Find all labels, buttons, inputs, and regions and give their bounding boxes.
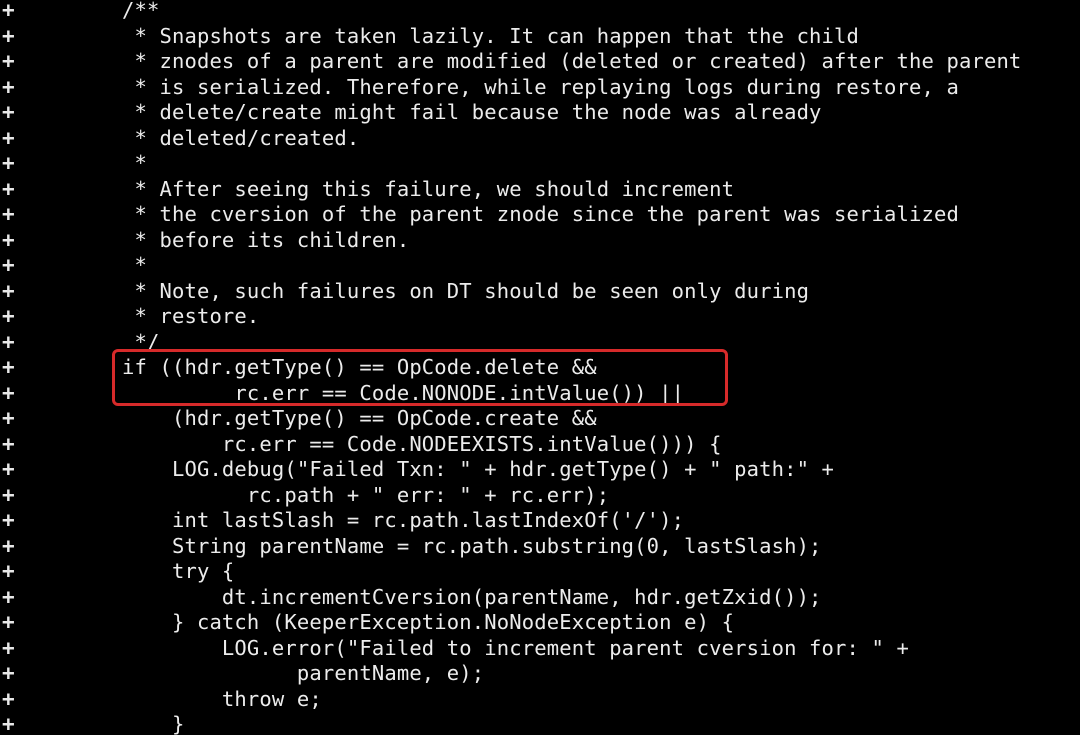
- code-line: + String parentName = rc.path.substring(…: [0, 533, 1080, 562]
- added-line-marker: +: [2, 227, 15, 252]
- code-statement-text: } catch (KeeperException.NoNodeException…: [122, 610, 735, 634]
- code-statement-text: String parentName = rc.path.substring(0,…: [122, 533, 822, 558]
- code-comment-text: *: [122, 151, 147, 175]
- code-comment-text: * Snapshots are taken lazily. It can hap…: [122, 23, 860, 48]
- highlight-annotation-box: [112, 349, 728, 406]
- code-statement-text: int lastSlash = rc.path.lastIndexOf('/')…: [122, 508, 685, 532]
- code-line: + rc.err == Code.NODEEXISTS.intValue()))…: [0, 431, 1080, 460]
- code-line: + * is serialized. Therefore, while repl…: [0, 74, 1080, 103]
- added-line-marker: +: [2, 406, 15, 430]
- code-line: + }: [0, 712, 1080, 735]
- added-line-marker: +: [2, 610, 15, 634]
- added-line-marker: +: [2, 533, 15, 558]
- added-line-marker: +: [2, 176, 15, 201]
- code-line: + (hdr.getType() == OpCode.create &&: [0, 406, 1080, 434]
- code-statement-text: LOG.error("Failed to increment parent cv…: [122, 635, 909, 660]
- code-line: + * After seeing this failure, we should…: [0, 176, 1080, 205]
- code-statement-text: rc.err == Code.NODEEXISTS.intValue())) {: [122, 431, 722, 456]
- code-statement-text: throw e;: [122, 686, 322, 711]
- added-line-marker: +: [2, 584, 15, 609]
- code-comment-text: * is serialized. Therefore, while replay…: [122, 74, 959, 99]
- code-comment-text: * the cversion of the parent znode since…: [122, 202, 959, 226]
- code-comment-text: * before its children.: [122, 227, 410, 252]
- code-diff-view: + /** + * Snapshots are taken lazily. It…: [0, 0, 1080, 735]
- added-line-marker: +: [2, 151, 15, 175]
- code-line: + * the cversion of the parent znode sin…: [0, 202, 1080, 230]
- code-line: + * Note, such failures on DT should be …: [0, 278, 1080, 307]
- added-line-marker: +: [2, 304, 15, 328]
- code-line: + try {: [0, 559, 1080, 587]
- code-line: + } catch (KeeperException.NoNodeExcepti…: [0, 610, 1080, 638]
- added-line-marker: +: [2, 712, 15, 735]
- code-line: + dt.incrementCversion(parentName, hdr.g…: [0, 584, 1080, 613]
- code-statement-text: parentName, e);: [122, 661, 485, 685]
- code-comment-text: * restore.: [122, 304, 260, 328]
- added-line-marker: +: [2, 457, 15, 481]
- code-line: + throw e;: [0, 686, 1080, 715]
- added-line-marker: +: [2, 74, 15, 99]
- code-line: + int lastSlash = rc.path.lastIndexOf('/…: [0, 508, 1080, 536]
- added-line-marker: +: [2, 0, 15, 22]
- code-statement-text: rc.path + " err: " + rc.err);: [122, 482, 610, 507]
- added-line-marker: +: [2, 355, 15, 379]
- added-line-marker: +: [2, 482, 15, 507]
- code-line: + *: [0, 253, 1080, 281]
- code-comment-text: * znodes of a parent are modified (delet…: [122, 49, 1022, 73]
- added-line-marker: +: [2, 278, 15, 303]
- code-comment-text: *: [122, 253, 147, 277]
- code-comment-text: * After seeing this failure, we should i…: [122, 176, 735, 201]
- code-comment-text: /**: [122, 0, 160, 22]
- code-line: + * before its children.: [0, 227, 1080, 256]
- code-statement-text: (hdr.getType() == OpCode.create &&: [122, 406, 597, 430]
- added-line-marker: +: [2, 49, 15, 73]
- added-line-marker: +: [2, 431, 15, 456]
- added-line-marker: +: [2, 125, 15, 150]
- added-line-marker: +: [2, 23, 15, 48]
- added-line-marker: +: [2, 253, 15, 277]
- code-comment-text: * deleted/created.: [122, 125, 360, 150]
- added-line-marker: +: [2, 202, 15, 226]
- code-line: + * znodes of a parent are modified (del…: [0, 49, 1080, 77]
- code-comment-text: * Note, such failures on DT should be se…: [122, 278, 810, 303]
- code-line: + * deleted/created.: [0, 125, 1080, 154]
- added-line-marker: +: [2, 635, 15, 660]
- code-statement-text: }: [122, 712, 185, 735]
- code-statement-text: LOG.debug("Failed Txn: " + hdr.getType()…: [122, 457, 835, 481]
- code-line: + LOG.debug("Failed Txn: " + hdr.getType…: [0, 457, 1080, 485]
- added-line-marker: +: [2, 686, 15, 711]
- code-line: + LOG.error("Failed to increment parent …: [0, 635, 1080, 664]
- code-line: + parentName, e);: [0, 661, 1080, 689]
- added-line-marker: +: [2, 559, 15, 583]
- added-line-marker: +: [2, 508, 15, 532]
- added-line-marker: +: [2, 329, 15, 354]
- code-line: + /**: [0, 0, 1080, 26]
- code-statement-text: dt.incrementCversion(parentName, hdr.get…: [122, 584, 822, 609]
- code-comment-text: * delete/create might fail because the n…: [122, 100, 822, 124]
- code-statement-text: try {: [122, 559, 235, 583]
- code-line: + * restore.: [0, 304, 1080, 332]
- added-line-marker: +: [2, 380, 15, 405]
- code-line: + rc.path + " err: " + rc.err);: [0, 482, 1080, 511]
- added-line-marker: +: [2, 100, 15, 124]
- code-line: + * Snapshots are taken lazily. It can h…: [0, 23, 1080, 52]
- code-line: + *: [0, 151, 1080, 179]
- code-line: + * delete/create might fail because the…: [0, 100, 1080, 128]
- added-line-marker: +: [2, 661, 15, 685]
